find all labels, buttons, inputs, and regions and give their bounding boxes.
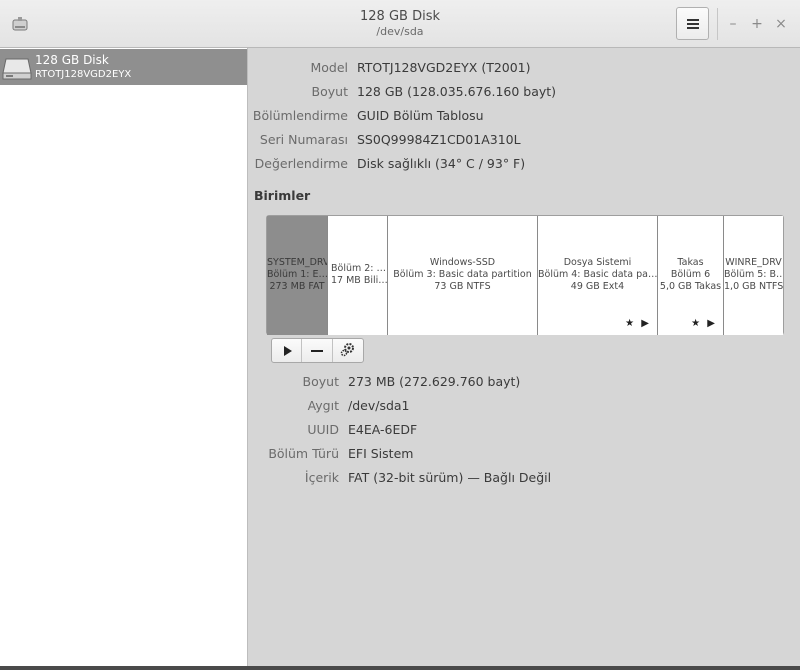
menu-button[interactable] [676, 7, 709, 40]
close-button[interactable]: × [772, 15, 790, 33]
disk-assessment-row: Değerlendirme Disk sağlıklı (34° C / 93°… [248, 156, 788, 174]
partition-number: Bölüm 5: B… [724, 269, 783, 280]
disk-size-row: Boyut 128 GB (128.035.676.160 bayt) [248, 84, 788, 102]
play-icon [282, 341, 292, 360]
partition-1[interactable]: SYSTEM_DRV Bölüm 1: E… 273 MB FAT [267, 216, 328, 335]
partition-type-row: Bölüm Türü EFI Sistem [248, 446, 788, 464]
volume-toolbar [271, 338, 364, 363]
mounted-star-play-icon: ★ ▶ [625, 318, 651, 329]
partition-3[interactable]: Windows-SSD Bölüm 3: Basic data partitio… [388, 216, 538, 335]
minus-icon [311, 341, 324, 360]
disk-size-value: 128 GB (128.035.676.160 bayt) [357, 84, 557, 99]
partition-uuid-value: E4EA-6EDF [348, 422, 418, 437]
hamburger-menu-icon [686, 18, 699, 29]
partition-number: Bölüm 6 [670, 269, 711, 280]
sidebar: 128 GB Disk RTOTJ128VGD2EYX [0, 48, 248, 666]
partition-number: Bölüm 4: Basic data pa… [538, 269, 657, 280]
partition-content-row: İçerik FAT (32-bit sürüm) — Bağlı Değil [248, 470, 788, 488]
minimize-button[interactable]: – [724, 15, 742, 33]
disk-model-value: RTOTJ128VGD2EYX (T2001) [357, 60, 531, 75]
volumes-heading: Birimler [254, 188, 311, 203]
partition-size-row: Boyut 273 MB (272.629.760 bayt) [248, 374, 788, 392]
sidebar-item-serial: RTOTJ128VGD2EYX [35, 69, 132, 80]
partition-size-label: Boyut [302, 374, 339, 389]
disk-assessment-value: Disk sağlıklı (34° C / 93° F) [357, 156, 526, 171]
delete-partition-button[interactable] [302, 339, 333, 362]
partition-device-row: Aygıt /dev/sda1 [248, 398, 788, 416]
partition-number: Bölüm 2: … [331, 263, 387, 274]
partition-4[interactable]: Dosya Sistemi Bölüm 4: Basic data pa… 49… [538, 216, 658, 335]
volumes-bar: SYSTEM_DRV Bölüm 1: E… 273 MB FAT Bölüm … [266, 215, 784, 363]
title-bar: 128 GB Disk /dev/sda – + × [0, 0, 800, 48]
partition-type-label: Bölüm Türü [268, 446, 339, 461]
partition-type-value: EFI Sistem [348, 446, 414, 461]
partition-6[interactable]: Takas Bölüm 6 5,0 GB Takas ★ ▶ [658, 216, 724, 335]
partition-number: Bölüm 1: E… [267, 269, 327, 280]
partition-size: 73 GB NTFS [434, 281, 491, 292]
sidebar-item-disk[interactable]: 128 GB Disk RTOTJ128VGD2EYX [0, 49, 247, 85]
partition-label: Dosya Sistemi [563, 257, 632, 268]
maximize-button[interactable]: + [748, 15, 766, 33]
disk-size-label: Boyut [311, 84, 348, 99]
partition-label: WINRE_DRV [725, 257, 782, 268]
partition-size: 1,0 GB NTFS [724, 281, 783, 292]
disk-assessment-label: Değerlendirme [254, 156, 348, 171]
disk-partitioning-value: GUID Bölüm Tablosu [357, 108, 484, 123]
partition-options-button[interactable] [333, 339, 363, 362]
mount-button[interactable] [272, 339, 303, 362]
window-bottom-edge [0, 666, 800, 670]
partition-content-value: FAT (32-bit sürüm) — Bağlı Değil [348, 470, 552, 485]
partition-size: 5,0 GB Takas [659, 281, 722, 292]
partition-device-value: /dev/sda1 [348, 398, 410, 413]
partition-content-label: İçerik [304, 470, 339, 485]
disk-details-panel: Model RTOTJ128VGD2EYX (T2001) Boyut 128 … [248, 48, 800, 666]
partition-size: 273 MB FAT [269, 281, 325, 292]
partition-label: SYSTEM_DRV [267, 257, 327, 268]
partition-label: Windows-SSD [429, 257, 496, 268]
partition-device-label: Aygıt [307, 398, 339, 413]
disk-partitioning-label: Bölümlendirme [252, 108, 348, 123]
partition-number: Bölüm 3: Basic data partition [393, 269, 532, 280]
disk-serial-label: Seri Numarası [259, 132, 348, 147]
partition-2[interactable]: Bölüm 2: … 17 MB Bili… [328, 216, 388, 335]
disk-partitioning-row: Bölümlendirme GUID Bölüm Tablosu [248, 108, 788, 126]
gears-icon [340, 341, 356, 361]
partition-size-value: 273 MB (272.629.760 bayt) [348, 374, 521, 389]
disk-model-row: Model RTOTJ128VGD2EYX (T2001) [248, 60, 788, 78]
disk-serial-value: SS0Q99984Z1CD01A310L [357, 132, 521, 147]
disk-model-label: Model [310, 60, 348, 75]
partition-size: 17 MB Bili… [331, 275, 388, 286]
partition-map: SYSTEM_DRV Bölüm 1: E… 273 MB FAT Bölüm … [267, 216, 783, 336]
partition-uuid-label: UUID [307, 422, 339, 437]
mounted-star-play-icon: ★ ▶ [691, 318, 717, 329]
titlebar-separator [717, 8, 718, 40]
partition-5[interactable]: WINRE_DRV Bölüm 5: B… 1,0 GB NTFS [724, 216, 783, 335]
hard-drive-icon [2, 56, 32, 80]
partition-size: 49 GB Ext4 [570, 281, 625, 292]
partition-uuid-row: UUID E4EA-6EDF [248, 422, 788, 440]
disk-serial-row: Seri Numarası SS0Q99984Z1CD01A310L [248, 132, 788, 150]
partition-label: Takas [677, 257, 704, 268]
sidebar-item-name: 128 GB Disk [35, 53, 109, 67]
